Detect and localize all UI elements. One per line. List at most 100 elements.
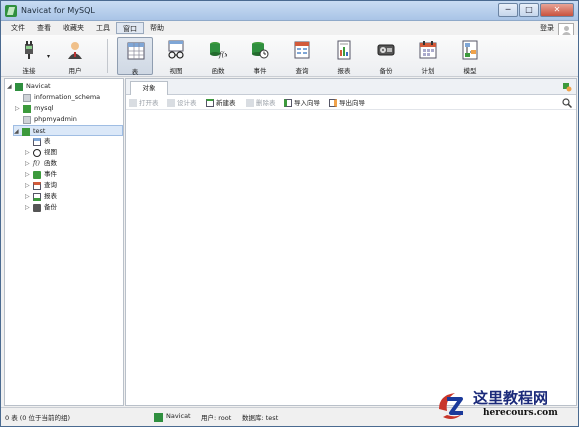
- report-icon: [337, 40, 351, 60]
- tree-item-reports[interactable]: ▷ 报表: [25, 191, 121, 202]
- window-controls: ─ □ ✕: [498, 3, 574, 17]
- connect-button[interactable]: 连接: [11, 37, 47, 75]
- expand-icon[interactable]: ▷: [15, 103, 22, 114]
- objects-panel: 对象 打开表 设计表 新建表 删除表 导入向导 导出向导: [125, 78, 577, 406]
- menu-file[interactable]: 文件: [5, 22, 31, 34]
- view-button[interactable]: 视图: [158, 37, 194, 75]
- view-label: 视图: [169, 67, 183, 75]
- database-icon: [23, 105, 31, 113]
- calendar-icon: [419, 41, 437, 59]
- connection-status-icon[interactable]: [562, 82, 572, 92]
- report-icon: [33, 193, 41, 201]
- title-bar: Navicat for MySQL ─ □ ✕: [1, 1, 578, 21]
- watermark-logo-icon: [439, 393, 465, 419]
- schedule-label: 计划: [421, 67, 435, 75]
- event-label: 事件: [253, 67, 267, 75]
- table-icon: [127, 42, 145, 60]
- collapse-icon[interactable]: ◢: [14, 126, 21, 137]
- query-label: 查询: [295, 67, 309, 75]
- navicat-logo-icon: [5, 5, 17, 17]
- status-table-count: 0 表 (0 位于当前的组): [5, 414, 71, 422]
- delete-table-icon: [246, 99, 254, 107]
- expand-icon[interactable]: ▷: [25, 169, 32, 180]
- minimize-button[interactable]: ─: [498, 3, 518, 17]
- query-button[interactable]: 查询: [284, 37, 320, 75]
- backup-label: 备份: [379, 67, 393, 75]
- schedule-button[interactable]: 计划: [410, 37, 446, 75]
- model-label: 模型: [463, 67, 477, 75]
- model-icon: [462, 40, 478, 60]
- expand-icon[interactable]: ▷: [25, 191, 32, 202]
- tab-strip: 对象: [126, 79, 576, 95]
- tree-root-navicat[interactable]: ◢ Navicat: [7, 81, 121, 92]
- status-user: 用户: root: [201, 414, 232, 422]
- connect-label: 连接: [22, 67, 36, 75]
- menu-tools[interactable]: 工具: [90, 22, 116, 34]
- window-title: Navicat for MySQL: [21, 6, 95, 15]
- function-icon: f(x): [210, 42, 227, 59]
- toolbar-separator: [107, 39, 108, 73]
- view-icon: [168, 40, 184, 59]
- menu-help[interactable]: 帮助: [144, 22, 170, 34]
- expand-icon[interactable]: ▷: [25, 147, 32, 158]
- connection-tree: ◢ Navicat information_schema ▷ mysql php…: [4, 78, 124, 406]
- tree-db-test[interactable]: ◢ test: [13, 125, 123, 136]
- plug-icon: [25, 41, 33, 59]
- tree-item-queries[interactable]: ▷ 查询: [25, 180, 121, 191]
- view-icon: [33, 149, 41, 157]
- site-watermark: 这里教程网 herecours.com: [431, 385, 578, 425]
- tree-item-functions[interactable]: ▷ f() 函数: [25, 158, 121, 169]
- object-toolbar: 打开表 设计表 新建表 删除表 导入向导 导出向导: [126, 96, 576, 110]
- query-icon: [33, 182, 41, 190]
- connection-icon: [154, 413, 163, 422]
- tree-item-tables[interactable]: 表: [25, 136, 121, 147]
- export-icon: [329, 99, 337, 107]
- maximize-button[interactable]: □: [519, 3, 539, 17]
- menu-view[interactable]: 查看: [31, 22, 57, 34]
- event-button[interactable]: 事件: [242, 37, 278, 75]
- menu-bar: 文件 查看 收藏夹 工具 窗口 帮助 登录: [1, 21, 578, 39]
- tree-item-events[interactable]: ▷ 事件: [25, 169, 121, 180]
- backup-icon: [377, 44, 395, 56]
- connect-dropdown[interactable]: ▾: [45, 37, 55, 75]
- menu-favorites[interactable]: 收藏夹: [57, 22, 90, 34]
- login-link[interactable]: 登录: [540, 22, 554, 34]
- tree-db-information-schema[interactable]: information_schema: [15, 92, 121, 103]
- tree-item-views[interactable]: ▷ 视图: [25, 147, 121, 158]
- event-icon: [252, 42, 269, 59]
- expand-icon[interactable]: ▷: [25, 158, 32, 169]
- model-button[interactable]: 模型: [452, 37, 488, 75]
- search-icon[interactable]: [562, 98, 572, 108]
- status-database: 数据库: test: [242, 414, 279, 422]
- report-button[interactable]: 报表: [326, 37, 362, 75]
- query-icon: [294, 41, 310, 59]
- tree-item-backups[interactable]: ▷ 备份: [25, 202, 121, 213]
- backup-button[interactable]: 备份: [368, 37, 404, 75]
- watermark-en-text: herecours.com: [483, 408, 558, 418]
- tree-db-mysql[interactable]: ▷ mysql: [15, 103, 121, 114]
- table-button[interactable]: 表: [117, 37, 153, 76]
- design-table-icon: [167, 99, 175, 107]
- tree-db-phpmyadmin[interactable]: phpmyadmin: [15, 114, 121, 125]
- event-icon: [33, 171, 41, 179]
- chevron-down-icon: ▾: [47, 53, 51, 60]
- user-button[interactable]: 用户: [57, 37, 93, 75]
- watermark-cn-text: 这里教程网: [473, 389, 549, 407]
- table-label: 表: [131, 68, 139, 76]
- database-icon: [23, 94, 31, 102]
- import-icon: [284, 99, 292, 107]
- expand-icon[interactable]: ▷: [25, 202, 32, 213]
- table-icon: [33, 138, 41, 146]
- connection-icon: [15, 83, 23, 91]
- user-icon: [68, 42, 82, 59]
- collapse-icon[interactable]: ◢: [7, 81, 14, 92]
- close-button[interactable]: ✕: [540, 3, 574, 17]
- open-table-icon: [129, 99, 137, 107]
- database-icon: [23, 116, 31, 124]
- function-button[interactable]: f(x) 函数: [200, 37, 236, 75]
- new-table-icon: [206, 99, 214, 107]
- database-icon: [22, 128, 30, 136]
- expand-icon[interactable]: ▷: [25, 180, 32, 191]
- tab-objects[interactable]: 对象: [130, 81, 168, 95]
- menu-window[interactable]: 窗口: [116, 22, 144, 34]
